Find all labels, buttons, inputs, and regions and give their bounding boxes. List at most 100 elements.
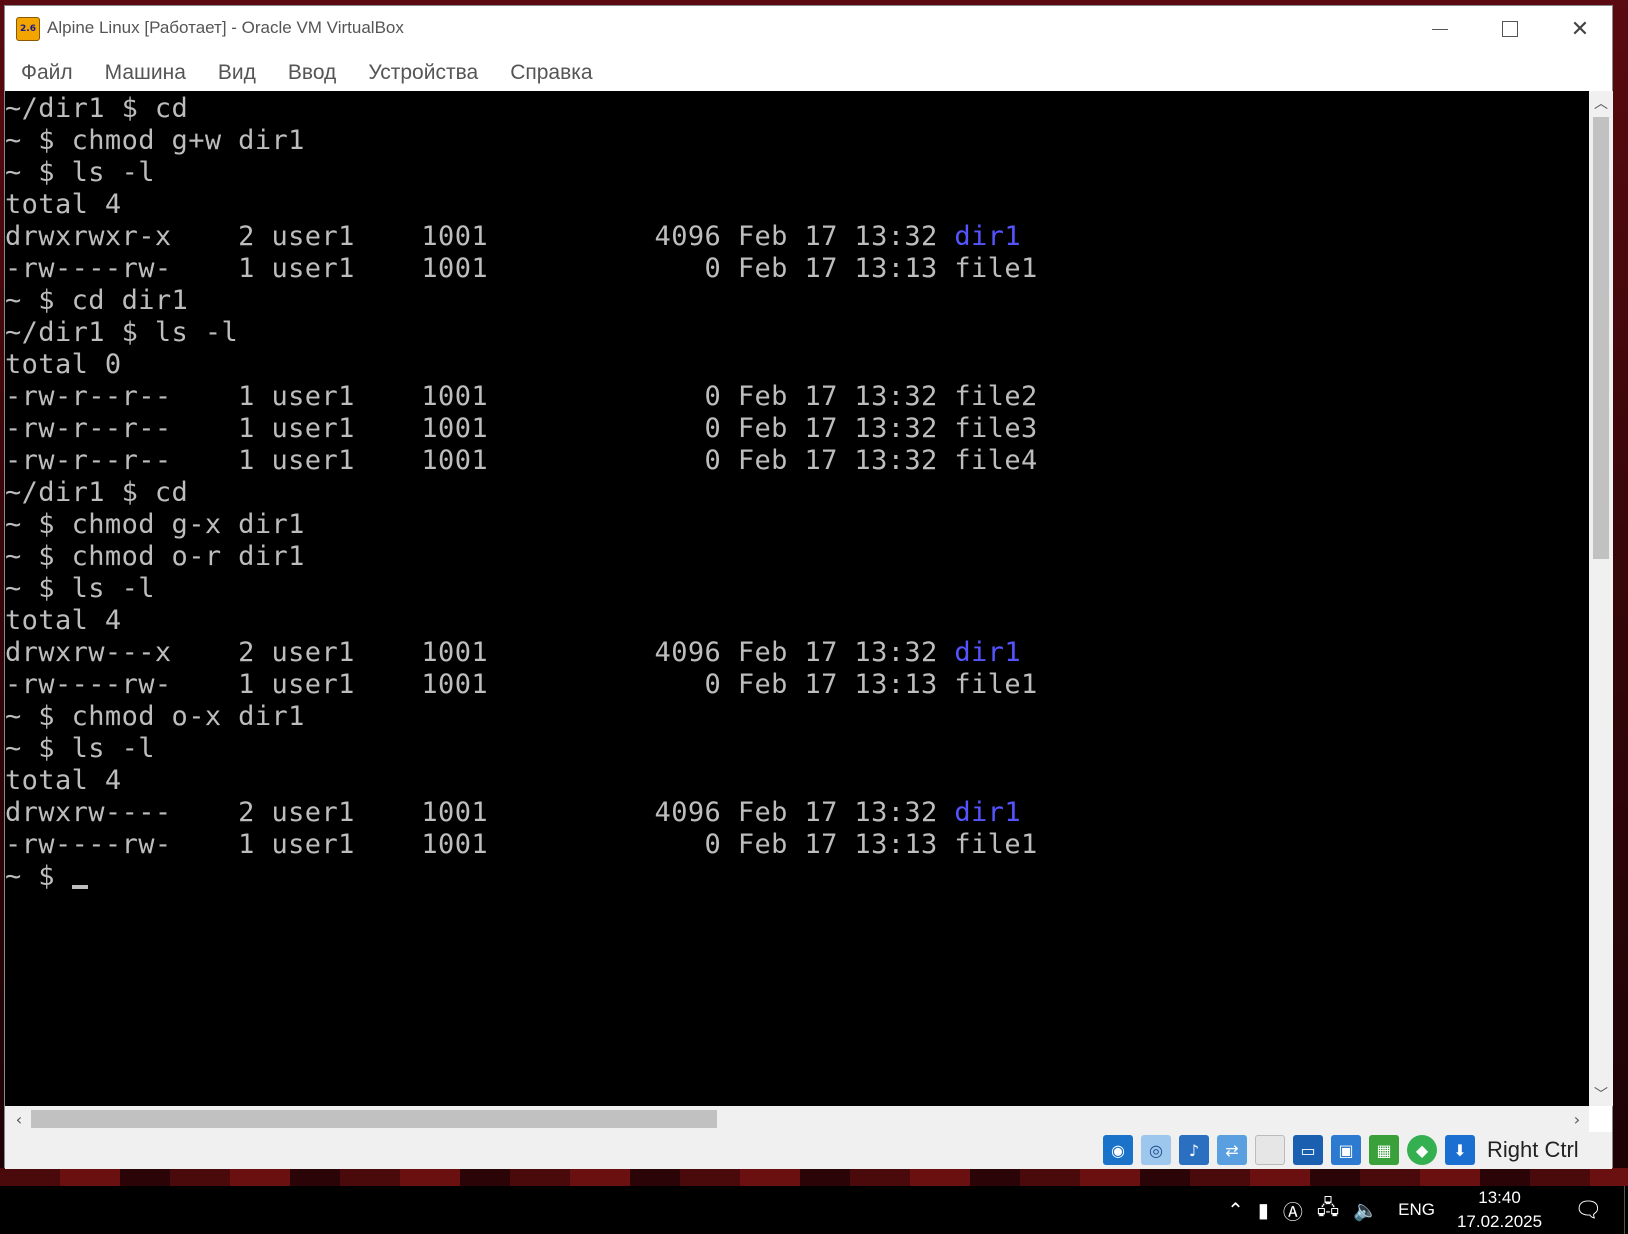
terminal-line: ~ $ cd dir1 — [5, 285, 1038, 317]
terminal-line: ~ $ ls -l — [5, 573, 1038, 605]
terminal-text: -rw----rw- 1 user1 1001 0 Feb 17 13:13 f… — [5, 669, 1038, 700]
terminal-text: ~ $ chmod o-x dir1 — [5, 701, 305, 732]
terminal-line: ~/dir1 $ cd — [5, 93, 1038, 125]
terminal-line: -rw-r--r-- 1 user1 1001 0 Feb 17 13:32 f… — [5, 381, 1038, 413]
terminal-line: drwxrw---- 2 user1 1001 4096 Feb 17 13:3… — [5, 797, 1038, 829]
mouse-integration-icon[interactable]: ⬇ — [1445, 1135, 1475, 1165]
terminal-line: -rw-r--r-- 1 user1 1001 0 Feb 17 13:32 f… — [5, 413, 1038, 445]
directory-name: dir1 — [954, 797, 1021, 828]
show-desktop-button[interactable] — [1624, 1186, 1628, 1234]
scroll-down-icon[interactable]: ﹀ — [1589, 1082, 1613, 1106]
virtualbox-window: 2.6 Alpine Linux [Работает] - Oracle VM … — [4, 5, 1613, 1169]
terminal-text: ~ $ chmod o-r dir1 — [5, 541, 305, 572]
chevron-up-icon[interactable]: ⌃ — [1227, 1198, 1244, 1223]
title-bar[interactable]: 2.6 Alpine Linux [Работает] - Oracle VM … — [5, 6, 1612, 52]
directory-name: dir1 — [954, 637, 1021, 668]
video-capture-icon[interactable]: ▦ — [1369, 1135, 1399, 1165]
terminal-line: total 4 — [5, 765, 1038, 797]
terminal-text: ~/dir1 $ cd — [5, 477, 189, 508]
terminal-line: ~ $ ls -l — [5, 733, 1038, 765]
menu-view[interactable]: Вид — [218, 61, 256, 85]
audio-icon[interactable]: ♪ — [1179, 1135, 1209, 1165]
menu-file[interactable]: Файл — [21, 61, 73, 85]
terminal-text: ~ $ — [5, 861, 72, 892]
terminal-text: -rw-r--r-- 1 user1 1001 0 Feb 17 13:32 f… — [5, 413, 1038, 444]
terminal-cursor — [71, 885, 88, 889]
menu-devices[interactable]: Устройства — [368, 61, 478, 85]
terminal-text: drwxrw---x 2 user1 1001 4096 Feb 17 13:3… — [5, 637, 955, 668]
clock-time: 13:40 — [1478, 1188, 1521, 1207]
desktop-wallpaper-band — [0, 1168, 1628, 1186]
menu-bar: Файл Машина Вид Ввод Устройства Справка — [5, 52, 1612, 94]
display-icon[interactable]: ▭ — [1293, 1135, 1323, 1165]
terminal-line: drwxrw---x 2 user1 1001 4096 Feb 17 13:3… — [5, 637, 1038, 669]
minimize-button[interactable] — [1405, 6, 1475, 52]
minimize-icon — [1432, 28, 1448, 30]
terminal-text: -rw-r--r-- 1 user1 1001 0 Feb 17 13:32 f… — [5, 445, 1038, 476]
terminal-line: ~/dir1 $ ls -l — [5, 317, 1038, 349]
scroll-up-icon[interactable]: ︿ — [1589, 91, 1613, 115]
menu-input[interactable]: Ввод — [288, 61, 336, 85]
scroll-right-icon[interactable]: › — [1565, 1106, 1589, 1132]
cpu-icon[interactable]: ◆ — [1407, 1135, 1437, 1165]
close-button[interactable]: ✕ — [1545, 6, 1615, 52]
horizontal-scroll-thumb[interactable] — [31, 1110, 717, 1128]
terminal-text: drwxrwxr-x 2 user1 1001 4096 Feb 17 13:3… — [5, 221, 955, 252]
terminal-text: ~ $ ls -l — [5, 157, 155, 188]
terminal-line: -rw----rw- 1 user1 1001 0 Feb 17 13:13 f… — [5, 669, 1038, 701]
terminal-line: total 4 — [5, 189, 1038, 221]
vertical-scroll-thumb[interactable] — [1593, 117, 1609, 559]
terminal-line: ~ $ chmod o-r dir1 — [5, 541, 1038, 573]
terminal-line: ~ $ ls -l — [5, 157, 1038, 189]
network-tray-icon[interactable]: 🖧 — [1317, 1193, 1339, 1227]
terminal-text: -rw-r--r-- 1 user1 1001 0 Feb 17 13:32 f… — [5, 381, 1038, 412]
clock[interactable]: 13:40 17.02.2025 — [1457, 1186, 1542, 1234]
terminal-text: ~ $ chmod g-x dir1 — [5, 509, 305, 540]
microphone-icon[interactable]: ▮ — [1258, 1198, 1269, 1223]
terminal-text: ~ $ ls -l — [5, 573, 155, 604]
terminal-line: total 0 — [5, 349, 1038, 381]
terminal-line: -rw-r--r-- 1 user1 1001 0 Feb 17 13:32 f… — [5, 445, 1038, 477]
terminal-line: ~ $ — [5, 861, 1038, 893]
network-icon[interactable]: ⇄ — [1217, 1135, 1247, 1165]
terminal-line: ~ $ chmod g+w dir1 — [5, 125, 1038, 157]
menu-help[interactable]: Справка — [510, 61, 592, 85]
terminal-text: total 4 — [5, 765, 122, 796]
terminal-line: ~ $ chmod g-x dir1 — [5, 509, 1038, 541]
terminal-text: ~ $ chmod g+w dir1 — [5, 125, 305, 156]
system-tray: ⌃ ▮ Ⓐ 🖧 🔈 ENG 13:40 17.02.2025 🗨 — [1227, 1186, 1628, 1234]
optical-drive-icon[interactable]: ◎ — [1141, 1135, 1171, 1165]
host-key-label[interactable]: Right Ctrl — [1487, 1137, 1579, 1163]
vertical-scrollbar[interactable]: ︿ ﹀ — [1589, 91, 1613, 1106]
directory-name: dir1 — [954, 221, 1021, 252]
terminal-text: drwxrw---- 2 user1 1001 4096 Feb 17 13:3… — [5, 797, 955, 828]
menu-machine[interactable]: Машина — [105, 61, 186, 85]
terminal-text: total 4 — [5, 605, 122, 636]
shared-folders-icon[interactable]: ▣ — [1331, 1135, 1361, 1165]
terminal-text: total 4 — [5, 189, 122, 220]
terminal-text: -rw----rw- 1 user1 1001 0 Feb 17 13:13 f… — [5, 829, 1038, 860]
volume-icon[interactable]: 🔈 — [1353, 1198, 1378, 1223]
close-icon: ✕ — [1570, 16, 1590, 42]
clock-date: 17.02.2025 — [1456, 1212, 1543, 1231]
scroll-left-icon[interactable]: ‹ — [7, 1106, 31, 1132]
app-tray-icon[interactable]: Ⓐ — [1283, 1196, 1303, 1225]
terminal-line: drwxrwxr-x 2 user1 1001 4096 Feb 17 13:3… — [5, 221, 1038, 253]
terminal-text: ~/dir1 $ ls -l — [5, 317, 239, 348]
status-bar: ◉ ◎ ♪ ⇄ ▭ ▣ ▦ ◆ ⬇ Right Ctrl — [5, 1132, 1612, 1169]
terminal-text: ~ $ ls -l — [5, 733, 155, 764]
terminal-line: -rw----rw- 1 user1 1001 0 Feb 17 13:13 f… — [5, 829, 1038, 861]
virtualbox-app-icon: 2.6 — [16, 17, 40, 41]
notifications-icon[interactable]: 🗨 — [1574, 1197, 1602, 1223]
hard-disk-icon[interactable]: ◉ — [1103, 1135, 1133, 1165]
maximize-button[interactable] — [1475, 6, 1545, 52]
horizontal-scrollbar[interactable]: ‹ › — [5, 1106, 1589, 1132]
terminal-text: ~ $ cd dir1 — [5, 285, 189, 316]
language-indicator[interactable]: ENG — [1398, 1200, 1435, 1220]
taskbar: ⌃ ▮ Ⓐ 🖧 🔈 ENG 13:40 17.02.2025 🗨 — [0, 1186, 1628, 1234]
usb-icon[interactable] — [1255, 1135, 1285, 1165]
vm-display[interactable]: ~/dir1 $ cd ~ $ chmod g+w dir1 ~ $ ls -l to… — [5, 91, 1589, 1106]
terminal-text: ~/dir1 $ cd — [5, 93, 189, 124]
terminal-line: ~/dir1 $ cd — [5, 477, 1038, 509]
terminal-line: -rw----rw- 1 user1 1001 0 Feb 17 13:13 f… — [5, 253, 1038, 285]
